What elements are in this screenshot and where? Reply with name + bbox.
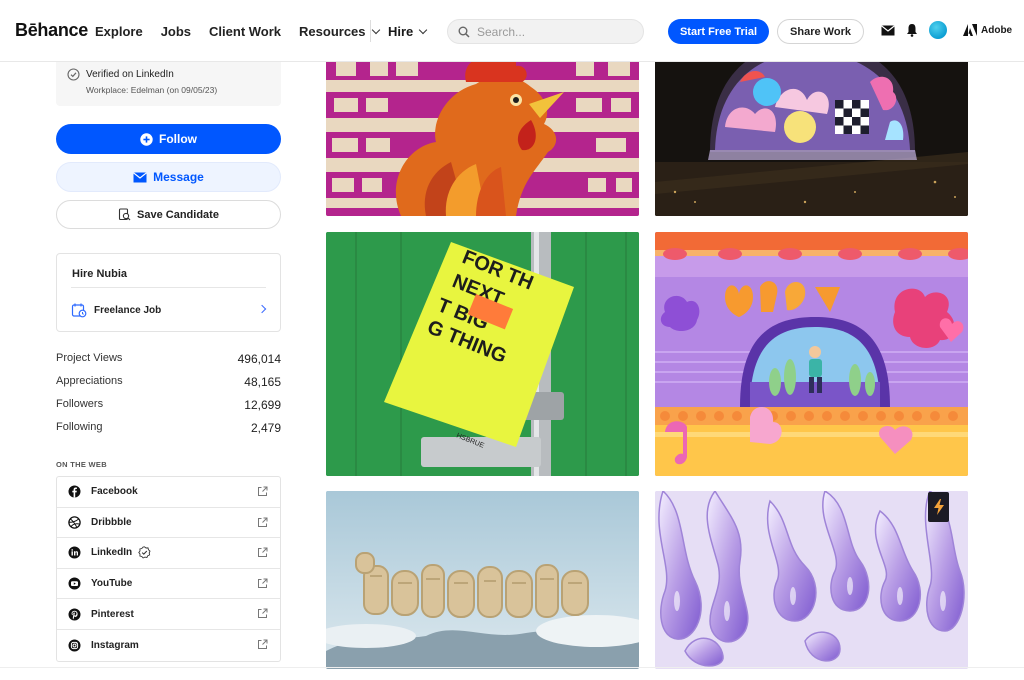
stat-value: 496,014 <box>237 352 281 366</box>
nav-hire-label: Hire <box>388 24 414 39</box>
nav-client-work[interactable]: Client Work <box>209 24 281 39</box>
project-thumbnail-sphere[interactable] <box>655 52 968 216</box>
follow-button[interactable]: Follow <box>56 124 281 154</box>
dribbble-icon <box>68 516 81 529</box>
puffy-type-artwork <box>326 491 639 669</box>
pinterest-icon <box>68 608 81 621</box>
stat-value: 12,699 <box>244 398 281 412</box>
stat-label: Following <box>56 421 103 433</box>
stat-value: 48,165 <box>244 375 281 389</box>
external-link-icon <box>258 639 268 649</box>
search-input[interactable] <box>477 24 637 39</box>
external-link-icon <box>258 517 268 527</box>
message-label: Message <box>153 170 204 184</box>
stat-value: 2,479 <box>250 421 281 435</box>
social-link-pinterest[interactable]: Pinterest <box>57 599 280 630</box>
on-the-web-heading: ON THE WEB <box>56 460 107 469</box>
behance-logo[interactable]: Bēhance <box>15 20 88 41</box>
chevron-down-icon <box>371 25 380 35</box>
external-link-icon <box>258 578 268 588</box>
search-bar[interactable] <box>447 19 644 44</box>
verified-workplace: Workplace: Edelman (on 09/05/23) <box>86 85 218 95</box>
save-candidate-label: Save Candidate <box>137 208 219 221</box>
chevron-down-icon <box>419 25 428 35</box>
lightning-bolt-icon <box>928 492 949 522</box>
project-thumbnail-puffy-type[interactable] <box>326 491 639 669</box>
social-link-dribbble[interactable]: Dribbble <box>57 508 280 539</box>
project-thumbnail-liquid-drips[interactable] <box>655 491 968 669</box>
external-link-icon <box>258 608 268 619</box>
nav-hire[interactable]: Hire <box>388 24 428 39</box>
nav-explore[interactable]: Explore <box>95 24 143 39</box>
stat-label: Project Views <box>56 352 123 364</box>
adobe-label: Adobe <box>981 24 1013 36</box>
social-link-label: YouTube <box>91 578 133 590</box>
social-link-label: Pinterest <box>91 608 134 620</box>
project-thumbnail-stage[interactable] <box>655 232 968 476</box>
project-thumbnail-rooster[interactable] <box>326 52 639 216</box>
social-links-list: Facebook Dribbble LinkedIn YouTube Pinte… <box>56 476 281 662</box>
user-avatar[interactable] <box>929 21 947 39</box>
adobe-link[interactable]: Adobe <box>963 24 1012 36</box>
verified-title: Verified on LinkedIn <box>86 69 174 80</box>
linkedin-icon <box>68 546 81 559</box>
project-thumbnail-poster[interactable]: FOR TH NEXT T BIG G THING HSBRUE <box>326 232 639 476</box>
social-link-youtube[interactable]: YouTube <box>57 569 280 600</box>
top-navigation-bar: Bēhance Explore Jobs Client Work Resourc… <box>0 0 1024 62</box>
external-link-icon <box>258 486 268 496</box>
social-link-label: Dribbble <box>91 516 132 528</box>
stat-row: Appreciations 48,165 <box>56 375 281 398</box>
message-button[interactable]: Message <box>56 162 281 192</box>
save-candidate-icon <box>118 208 131 221</box>
save-candidate-button[interactable]: Save Candidate <box>56 200 281 229</box>
stage-artwork <box>655 232 968 476</box>
liquid-drips-artwork <box>655 491 968 669</box>
social-link-label: Facebook <box>91 486 138 498</box>
chevron-right-icon <box>257 304 267 314</box>
social-link-facebook[interactable]: Facebook <box>57 477 280 508</box>
verified-check-icon <box>138 546 151 560</box>
nav-divider <box>370 20 371 42</box>
profile-stats: Project Views 496,014 Appreciations 48,165… <box>56 352 281 444</box>
verified-check-icon <box>67 68 80 81</box>
share-work-button[interactable]: Share Work <box>777 19 864 44</box>
stat-row: Followers 12,699 <box>56 398 281 421</box>
hire-card: Hire Nubia Freelance Job <box>56 253 281 332</box>
bell-icon[interactable] <box>904 22 920 38</box>
facebook-icon <box>68 485 81 498</box>
freelance-job-label: Freelance Job <box>94 304 162 316</box>
sphere-artwork <box>655 52 968 216</box>
nav-resources[interactable]: Resources <box>299 24 380 39</box>
hire-card-divider <box>71 287 266 288</box>
stat-row: Following 2,479 <box>56 421 281 444</box>
mail-icon[interactable] <box>880 22 896 38</box>
social-link-linkedin[interactable]: LinkedIn <box>57 538 280 569</box>
nav-resources-label: Resources <box>299 24 366 39</box>
hire-card-title: Hire Nubia <box>72 268 128 280</box>
stat-row: Project Views 496,014 <box>56 352 281 375</box>
social-link-instagram[interactable]: Instagram <box>57 630 280 661</box>
start-free-trial-button[interactable]: Start Free Trial <box>668 19 769 44</box>
adobe-logo-icon <box>963 24 977 36</box>
instagram-icon <box>68 639 81 652</box>
search-icon <box>458 26 470 38</box>
social-link-label: Instagram <box>91 639 139 651</box>
social-link-label: LinkedIn <box>91 547 133 559</box>
verified-linkedin-card: Verified on LinkedIn Workplace: Edelman … <box>56 59 281 106</box>
plus-circle-icon <box>140 132 153 146</box>
behance-profile-page: Bēhance Explore Jobs Client Work Resourc… <box>0 0 1024 680</box>
envelope-icon <box>133 171 148 183</box>
youtube-icon <box>68 577 81 590</box>
freelance-job-icon <box>71 303 87 318</box>
freelance-job-link[interactable]: Freelance Job <box>71 300 268 320</box>
stat-label: Appreciations <box>56 375 123 387</box>
external-link-icon <box>258 547 268 558</box>
follow-label: Follow <box>159 132 197 146</box>
nav-jobs[interactable]: Jobs <box>161 24 191 39</box>
stat-label: Followers <box>56 398 104 410</box>
rooster-artwork <box>326 52 639 216</box>
page-bottom-divider <box>0 667 1024 668</box>
poster-artwork: FOR TH NEXT T BIG G THING HSBRUE <box>326 232 639 476</box>
main-nav: Explore Jobs Client Work Resources <box>95 24 380 39</box>
